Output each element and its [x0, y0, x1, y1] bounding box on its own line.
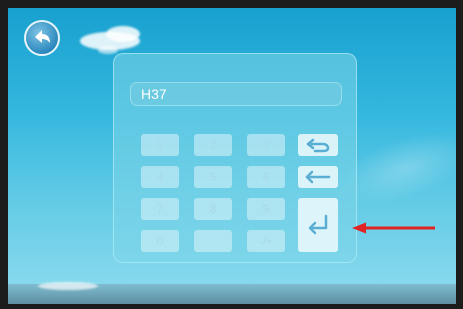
- key-9[interactable]: 9: [247, 198, 285, 220]
- cloud-decoration: [38, 282, 98, 290]
- back-button[interactable]: [24, 20, 60, 56]
- key-blank[interactable]: [194, 230, 232, 252]
- pointer-arrow-icon: [352, 222, 435, 234]
- cloud-decoration: [98, 46, 118, 54]
- key-4[interactable]: 4: [141, 166, 179, 188]
- key-2[interactable]: 2: [194, 134, 232, 156]
- key-sign[interactable]: -/+: [247, 230, 285, 252]
- key-6[interactable]: 6: [247, 166, 285, 188]
- code-input[interactable]: H37: [130, 82, 342, 106]
- back-arrow-icon: [35, 30, 50, 43]
- enter-icon: [308, 214, 328, 235]
- key-0[interactable]: 0: [141, 230, 179, 252]
- key-5[interactable]: 5: [194, 166, 232, 188]
- backspace-button[interactable]: [298, 166, 338, 188]
- keypad-dialog: H37 1 2 3 4 5 6 7 8 9 0 -/+: [113, 53, 357, 263]
- undo-button[interactable]: [298, 134, 338, 156]
- key-8[interactable]: 8: [194, 198, 232, 220]
- key-3[interactable]: 3: [247, 134, 285, 156]
- key-1[interactable]: 1: [141, 134, 179, 156]
- enter-button[interactable]: [298, 198, 338, 252]
- backspace-icon: [305, 170, 331, 184]
- undo-icon: [306, 138, 330, 153]
- key-7[interactable]: 7: [141, 198, 179, 220]
- cloud-decoration: [106, 26, 140, 42]
